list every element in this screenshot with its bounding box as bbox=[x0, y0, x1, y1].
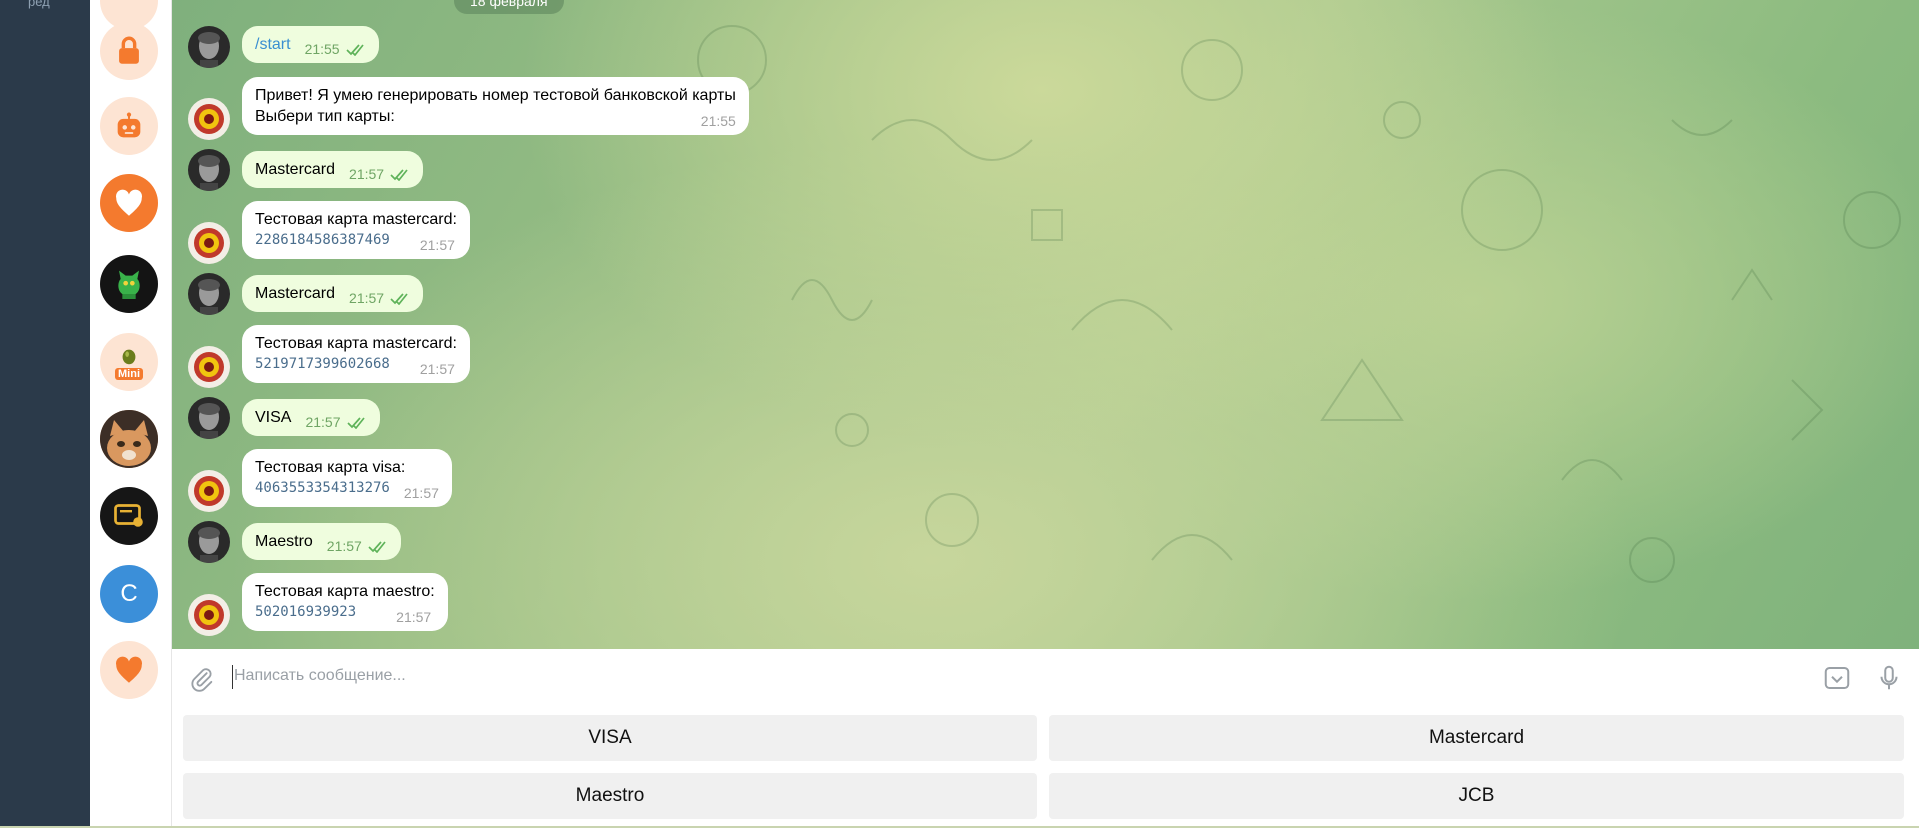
chat-avatar-green-cat[interactable] bbox=[100, 255, 158, 313]
bot-avatar[interactable] bbox=[188, 346, 230, 388]
message-bubble-incoming[interactable]: Тестовая карта mastercard: 2286184586387… bbox=[242, 201, 470, 259]
card-number-code[interactable]: 502016939923 bbox=[255, 602, 356, 623]
double-check-icon bbox=[390, 293, 408, 306]
message-time: 21:57 bbox=[349, 166, 385, 182]
message-bubble-incoming[interactable]: Тестовая карта visa: 4063553354313276 21… bbox=[242, 449, 452, 507]
user-avatar[interactable] bbox=[188, 149, 230, 191]
chat-avatar-cat-photo[interactable] bbox=[100, 410, 158, 468]
bot-emblem-icon bbox=[188, 470, 230, 512]
card-number-code[interactable]: 2286184586387469 bbox=[255, 230, 390, 251]
folders-sidebar: ред bbox=[0, 0, 90, 828]
chat-avatar-mini[interactable]: Mini bbox=[100, 333, 158, 391]
text-caret bbox=[232, 665, 233, 689]
chat-avatar-heart[interactable] bbox=[100, 174, 158, 232]
double-check-icon bbox=[346, 44, 364, 57]
user-photo-icon bbox=[188, 26, 230, 68]
heart-icon bbox=[116, 189, 142, 216]
message-bubble-outgoing[interactable]: Mastercard 21:57 bbox=[242, 151, 424, 188]
chat-list-collapsed: Mini С bbox=[90, 0, 172, 828]
user-avatar[interactable] bbox=[188, 397, 230, 439]
keyboard-button-visa[interactable]: VISA bbox=[183, 715, 1037, 761]
message-bubble-incoming[interactable]: Тестовая карта mastercard: 5219717399602… bbox=[242, 325, 470, 383]
message-text-line[interactable]: Тестовая карта maestro: bbox=[255, 581, 435, 602]
chat-avatar-screen-logo[interactable] bbox=[100, 487, 158, 545]
message-text-line[interactable]: Тестовая карта visa: bbox=[255, 457, 439, 478]
bot-avatar[interactable] bbox=[188, 594, 230, 636]
robot-icon bbox=[117, 112, 141, 138]
user-photo-icon bbox=[188, 149, 230, 191]
double-check-icon bbox=[368, 541, 386, 554]
message-text-line[interactable]: Выбери тип карты: bbox=[255, 106, 395, 127]
user-avatar[interactable] bbox=[188, 521, 230, 563]
message-time: 21:55 bbox=[700, 113, 736, 129]
bot-avatar[interactable] bbox=[188, 98, 230, 140]
keyboard-button-mastercard[interactable]: Mastercard bbox=[1049, 715, 1904, 761]
cat-character-icon bbox=[118, 270, 140, 299]
message-time: 21:57 bbox=[349, 290, 385, 306]
user-avatar[interactable] bbox=[188, 26, 230, 68]
screen-logo-icon bbox=[114, 504, 143, 527]
message-composer: Написать сообщение... bbox=[172, 649, 1919, 707]
message-bubble-outgoing[interactable]: /start 21:55 bbox=[242, 26, 379, 63]
message-text[interactable]: Maestro bbox=[255, 531, 313, 552]
mini-badge: Mini bbox=[115, 367, 143, 380]
date-separator: 18 февраля bbox=[454, 0, 564, 14]
message-time: 21:57 bbox=[305, 414, 341, 430]
message-time: 21:57 bbox=[419, 361, 455, 377]
user-photo-icon bbox=[188, 397, 230, 439]
user-avatar[interactable] bbox=[188, 273, 230, 315]
bot-emblem-icon bbox=[188, 594, 230, 636]
heart-icon bbox=[116, 656, 142, 683]
keyboard-button-jcb[interactable]: JCB bbox=[1049, 773, 1904, 819]
chat-avatar-letter[interactable]: С bbox=[100, 565, 158, 623]
message-text[interactable]: VISA bbox=[255, 407, 291, 428]
bot-emblem-icon bbox=[188, 222, 230, 264]
keyboard-toggle-icon[interactable] bbox=[1822, 663, 1852, 693]
message-text-line[interactable]: Тестовая карта mastercard: bbox=[255, 209, 457, 230]
card-number-code[interactable]: 4063553354313276 bbox=[255, 478, 390, 499]
message-bubble-outgoing[interactable]: VISA 21:57 bbox=[242, 399, 380, 436]
reply-keyboard: VISA Mastercard Maestro JCB bbox=[172, 707, 1919, 828]
user-photo-icon bbox=[188, 521, 230, 563]
chat-avatar-bot[interactable] bbox=[100, 97, 158, 155]
olive-icon bbox=[122, 349, 136, 364]
folders-sidebar-stub[interactable]: ред bbox=[28, 0, 50, 9]
message-bubble-outgoing[interactable]: Mastercard 21:57 bbox=[242, 275, 424, 312]
message-bubble-outgoing[interactable]: Maestro 21:57 bbox=[242, 523, 401, 560]
bot-emblem-icon bbox=[188, 346, 230, 388]
lock-icon bbox=[119, 36, 139, 64]
message-text-line[interactable]: Тестовая карта mastercard: bbox=[255, 333, 457, 354]
card-number-code[interactable]: 5219717399602668 bbox=[255, 354, 390, 375]
message-text[interactable]: Mastercard bbox=[255, 159, 335, 180]
paperclip-icon[interactable] bbox=[188, 665, 216, 693]
chat-avatar-heart-orange[interactable] bbox=[100, 641, 158, 699]
message-text-line[interactable]: Привет! Я умею генерировать номер тестов… bbox=[255, 85, 736, 106]
message-time: 21:57 bbox=[396, 609, 432, 625]
message-time: 21:57 bbox=[419, 237, 455, 253]
keyboard-button-maestro[interactable]: Maestro bbox=[183, 773, 1037, 819]
bot-avatar[interactable] bbox=[188, 470, 230, 512]
user-photo-icon bbox=[188, 273, 230, 315]
message-time: 21:57 bbox=[326, 538, 362, 554]
chat-avatar-lock[interactable] bbox=[100, 22, 158, 80]
message-time: 21:55 bbox=[304, 41, 340, 57]
microphone-icon[interactable] bbox=[1874, 662, 1904, 694]
double-check-icon bbox=[346, 417, 365, 430]
cat-photo-icon bbox=[100, 410, 158, 468]
double-check-icon bbox=[390, 169, 408, 182]
message-input[interactable]: Написать сообщение... bbox=[234, 667, 406, 685]
message-time: 21:57 bbox=[403, 485, 439, 501]
message-bubble-incoming[interactable]: Привет! Я умею генерировать номер тестов… bbox=[242, 77, 749, 135]
message-text[interactable]: Mastercard bbox=[255, 283, 335, 304]
message-bubble-incoming[interactable]: Тестовая карта maestro: 502016939923 21:… bbox=[242, 573, 448, 631]
chat-messages-area[interactable]: 18 февраля /start 21:55 Привет! Я умею г… bbox=[172, 0, 1919, 649]
bot-avatar[interactable] bbox=[188, 222, 230, 264]
message-text[interactable]: /start bbox=[255, 34, 291, 55]
bot-emblem-icon bbox=[188, 98, 230, 140]
